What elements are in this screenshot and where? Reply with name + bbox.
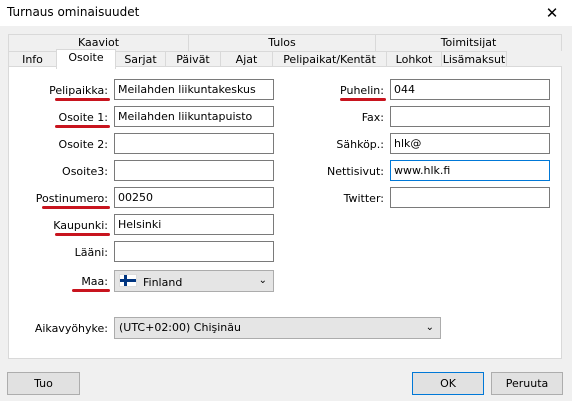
- city-label: Kaupunki:: [53, 219, 108, 232]
- postal-code-underline: [42, 206, 110, 209]
- close-icon[interactable]: ✕: [532, 0, 572, 26]
- address1-underline: [55, 125, 110, 128]
- import-button[interactable]: Tuo: [7, 372, 80, 395]
- country-select[interactable]: Finland ⌄: [114, 270, 274, 292]
- city-input[interactable]: Helsinki: [114, 214, 274, 235]
- tab-tulos[interactable]: Tulos: [188, 34, 376, 51]
- province-label: Lääni:: [74, 246, 108, 259]
- ok-button[interactable]: OK: [412, 372, 484, 395]
- country-value: Finland: [143, 276, 183, 289]
- twitter-label: Twitter:: [343, 192, 384, 205]
- window-title: Turnaus ominaisuudet: [7, 5, 140, 19]
- tab-toimitsijat[interactable]: Toimitsijat: [375, 34, 562, 51]
- address1-label: Osoite 1:: [58, 111, 108, 124]
- phone-underline: [340, 98, 386, 101]
- timezone-select[interactable]: (UTC+02:00) Chişinău ⌄: [114, 317, 441, 339]
- postal-code-label: Postinumero:: [35, 192, 108, 205]
- chevron-down-icon: ⌄: [258, 275, 267, 286]
- fax-input[interactable]: [390, 106, 550, 127]
- website-input[interactable]: www.hlk.fi: [390, 160, 550, 181]
- twitter-input[interactable]: [390, 187, 550, 208]
- venue-underline: [55, 98, 110, 101]
- postal-code-input[interactable]: 00250: [114, 187, 274, 208]
- province-input[interactable]: [114, 241, 274, 262]
- timezone-value: (UTC+02:00) Chişinău: [119, 321, 241, 334]
- country-underline: [72, 289, 110, 292]
- chevron-down-icon: ⌄: [425, 322, 434, 333]
- website-label: Nettisivut:: [327, 165, 384, 178]
- phone-label: Puhelin:: [340, 84, 384, 97]
- address1-input[interactable]: Meilahden liikuntapuisto: [114, 106, 274, 127]
- venue-label: Pelipaikka:: [49, 84, 108, 97]
- city-underline: [55, 233, 110, 236]
- cancel-button[interactable]: Peruuta: [491, 372, 563, 395]
- finland-flag-icon: [119, 274, 137, 287]
- address2-input[interactable]: [114, 133, 274, 154]
- address2-label: Osoite 2:: [58, 138, 108, 151]
- phone-input[interactable]: 044: [390, 79, 550, 100]
- venue-input[interactable]: Meilahden liikuntakeskus: [114, 79, 274, 100]
- title-bar: Turnaus ominaisuudet ✕: [0, 0, 572, 26]
- email-input[interactable]: hlk@: [390, 133, 550, 154]
- timezone-label: Aikavyöhyke:: [34, 322, 108, 335]
- country-label: Maa:: [81, 275, 108, 288]
- tab-osoite[interactable]: Osoite: [56, 49, 116, 69]
- address3-input[interactable]: [114, 160, 274, 181]
- address3-label: Osoite3:: [62, 165, 108, 178]
- fax-label: Fax:: [361, 111, 384, 124]
- email-label: Sähköp.:: [336, 138, 384, 151]
